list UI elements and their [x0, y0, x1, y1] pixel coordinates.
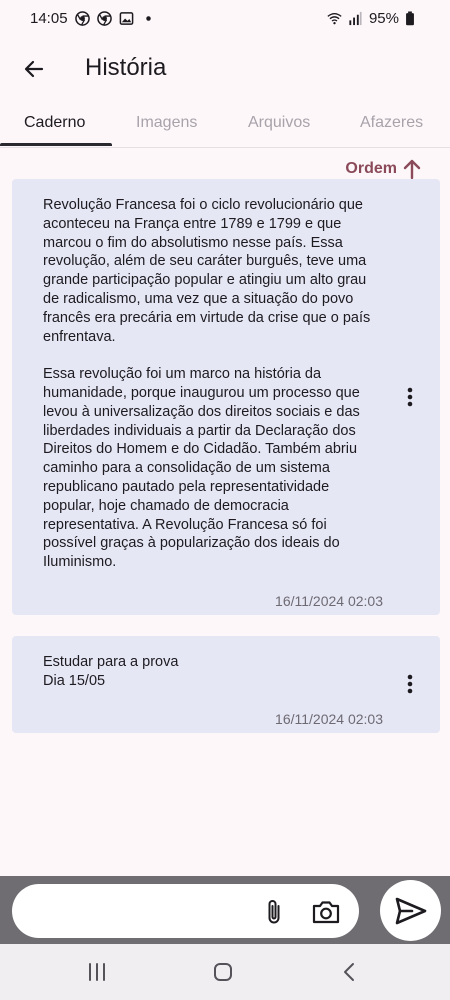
- note-paragraph: Essa revolução foi um marco na história …: [43, 365, 383, 572]
- battery-percent: 95%: [368, 9, 399, 27]
- note-paragraph: Revolução Francesa foi o ciclo revolucio…: [43, 197, 371, 345]
- note-line: Estudar para a prova: [43, 654, 179, 670]
- note-date: 16/11/2024 02:03: [275, 711, 383, 727]
- tab-caderno[interactable]: Caderno: [24, 100, 85, 146]
- tab-imagens[interactable]: Imagens: [136, 100, 197, 146]
- home-button[interactable]: [205, 958, 241, 986]
- note-text: Estudar para a prova Dia 15/05: [43, 653, 383, 691]
- note-menu-button[interactable]: [398, 672, 422, 696]
- screen: 14:05 95% História Caderno Imagens Arqui…: [0, 0, 450, 1000]
- chrome-icon: [96, 10, 112, 26]
- note-line: Dia 15/05: [43, 672, 106, 689]
- app-bar: História: [0, 44, 450, 94]
- tab-afazeres[interactable]: Afazeres: [360, 100, 423, 146]
- more-vert-icon: [407, 387, 413, 407]
- dot-icon: [141, 11, 156, 26]
- note-date: 16/11/2024 02:03: [275, 593, 383, 609]
- back-nav-button[interactable]: [331, 958, 367, 986]
- note-menu-button[interactable]: [398, 385, 422, 409]
- note-card[interactable]: Estudar para a prova Dia 15/05 16/11/202…: [12, 636, 440, 733]
- note-text: Revolução Francesa foi o ciclo revolucio…: [43, 196, 383, 572]
- note-card[interactable]: Revolução Francesa foi o ciclo revolucio…: [12, 179, 440, 615]
- camera-button[interactable]: [310, 897, 342, 927]
- composer-bar: [0, 876, 450, 944]
- sort-label: Ordem: [345, 160, 397, 177]
- arrow-left-icon: [24, 60, 44, 78]
- recents-button[interactable]: [79, 958, 115, 986]
- signal-icon: [348, 11, 363, 26]
- attach-button[interactable]: [260, 898, 288, 926]
- camera-icon: [312, 901, 340, 924]
- status-left: 14:05: [30, 10, 156, 27]
- page-title: História: [85, 54, 167, 81]
- system-nav-bar: [0, 944, 450, 1000]
- paperclip-icon: [268, 900, 280, 924]
- back-button[interactable]: [14, 49, 54, 89]
- note-paragraph-text: Essa revolução foi um marco na história …: [43, 366, 360, 571]
- status-right: 95%: [327, 10, 420, 27]
- recents-icon: [89, 963, 105, 981]
- arrow-up-icon: [403, 159, 421, 180]
- status-time: 14:05: [30, 9, 68, 27]
- send-button[interactable]: [380, 880, 441, 941]
- chrome-icon: [74, 10, 90, 26]
- tab-arquivos[interactable]: Arquivos: [248, 100, 310, 146]
- wifi-icon: [327, 11, 342, 26]
- home-icon: [214, 963, 232, 981]
- status-bar: 14:05 95%: [0, 0, 450, 36]
- more-vert-icon: [407, 674, 413, 694]
- note-input[interactable]: [12, 884, 359, 938]
- tab-indicator: [0, 143, 112, 146]
- send-icon: [395, 897, 426, 924]
- tab-bar: Caderno Imagens Arquivos Afazeres: [0, 100, 450, 148]
- battery-icon: [405, 10, 420, 26]
- gallery-icon: [119, 11, 134, 26]
- chevron-left-icon: [344, 963, 354, 981]
